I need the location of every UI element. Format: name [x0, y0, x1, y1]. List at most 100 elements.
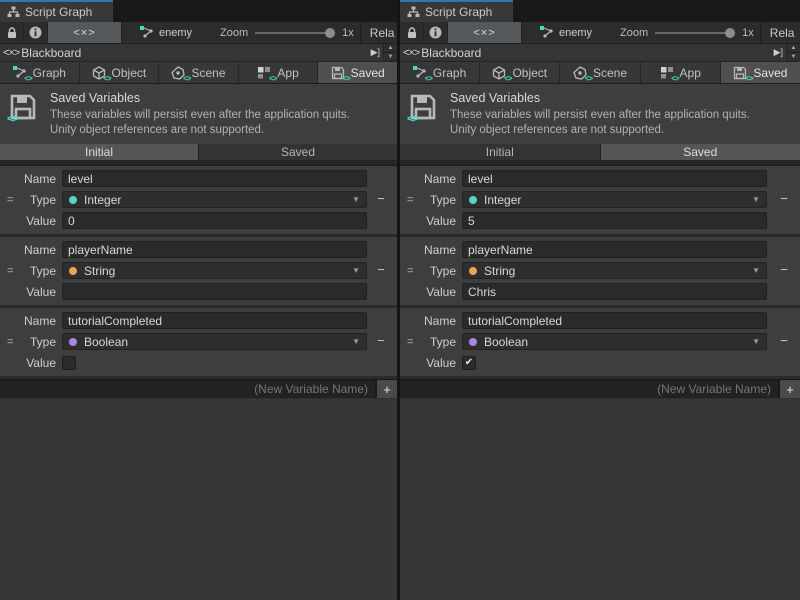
- variable-name-input[interactable]: [62, 241, 367, 258]
- info-title: Saved Variables: [450, 91, 750, 105]
- variable-list: Name = Type Integer ▼ − Value Name: [400, 166, 800, 379]
- zoom-slider-thumb[interactable]: [325, 28, 335, 38]
- variable-type-dropdown[interactable]: Integer ▼: [462, 191, 767, 208]
- unity-editor: Script Graph <×>: [0, 0, 800, 600]
- lock-button[interactable]: [0, 22, 24, 43]
- code-icon: <×>: [73, 27, 95, 39]
- spinner-down-icon[interactable]: ▼: [787, 53, 800, 62]
- window-tab-bar: Script Graph: [400, 0, 800, 22]
- drag-handle-icon[interactable]: =: [407, 196, 413, 204]
- saved-variables-info: <> Saved Variables These variables will …: [0, 84, 397, 144]
- relations-button[interactable]: Rela: [760, 22, 800, 43]
- variable-value-checkbox[interactable]: [462, 356, 476, 370]
- variable-value-input[interactable]: [462, 212, 767, 229]
- remove-variable-button[interactable]: −: [776, 263, 792, 278]
- tab-app[interactable]: <> App: [239, 62, 318, 83]
- saved-variables-icon: <>: [9, 93, 37, 121]
- zoom-slider[interactable]: [655, 27, 735, 39]
- add-variable-button[interactable]: +: [778, 380, 800, 398]
- tab-script-graph[interactable]: Script Graph: [0, 0, 113, 22]
- zoom-control: Zoom 1x: [220, 27, 354, 39]
- new-variable-input[interactable]: [400, 380, 778, 398]
- variable-type-dropdown[interactable]: Boolean ▼: [62, 333, 367, 350]
- lock-button[interactable]: [400, 22, 424, 43]
- relations-button[interactable]: Rela: [360, 22, 397, 43]
- dock-icon[interactable]: ▶]: [771, 47, 786, 58]
- drag-handle-icon[interactable]: =: [7, 338, 13, 346]
- spinner-up-icon[interactable]: ▲: [384, 44, 397, 53]
- drag-handle-icon[interactable]: =: [407, 338, 413, 346]
- spinner-down-icon[interactable]: ▼: [384, 53, 397, 62]
- scene-icon: <>: [171, 66, 186, 80]
- tab-object[interactable]: <> Object: [480, 62, 559, 83]
- drag-handle-icon[interactable]: =: [7, 196, 13, 204]
- variable-name-input[interactable]: [462, 312, 767, 329]
- tab-graph[interactable]: <> Graph: [0, 62, 79, 83]
- variable-group-playername: Name = Type String ▼ − Value: [400, 237, 800, 308]
- spinner-up-icon[interactable]: ▲: [787, 44, 800, 53]
- variable-name-input[interactable]: [462, 241, 767, 258]
- variable-name-input[interactable]: [62, 170, 367, 187]
- zoom-value: 1x: [742, 27, 754, 39]
- dock-icon[interactable]: ▶]: [368, 47, 383, 58]
- type-dot-icon: [469, 338, 477, 346]
- zoom-slider-thumb[interactable]: [725, 28, 735, 38]
- graph-canvas-empty[interactable]: [0, 398, 397, 600]
- variable-value-checkbox[interactable]: [62, 356, 76, 370]
- state-subtabs: Initial Saved: [400, 144, 800, 160]
- remove-variable-button[interactable]: −: [776, 334, 792, 349]
- remove-variable-button[interactable]: −: [373, 334, 389, 349]
- subtab-saved[interactable]: Saved: [199, 144, 397, 160]
- tab-scene[interactable]: <> Scene: [159, 62, 238, 83]
- tab-graph[interactable]: <> Graph: [400, 62, 479, 83]
- variable-value-input[interactable]: [62, 212, 367, 229]
- variable-name-input[interactable]: [62, 312, 367, 329]
- variable-group-tutorialcompleted: Name = Type Boolean ▼ − Value: [400, 308, 800, 379]
- add-variable-button[interactable]: +: [375, 380, 397, 398]
- variable-name-input[interactable]: [462, 170, 767, 187]
- variable-type-dropdown[interactable]: Integer ▼: [62, 191, 367, 208]
- variable-scope-tabs: <> Graph <> Object <> Scene: [0, 62, 397, 84]
- tab-script-graph[interactable]: Script Graph: [400, 0, 513, 22]
- name-label: Name: [400, 314, 462, 328]
- drag-handle-icon[interactable]: =: [407, 267, 413, 275]
- tab-app[interactable]: <> App: [641, 62, 720, 83]
- remove-variable-button[interactable]: −: [373, 192, 389, 207]
- type-dot-icon: [69, 338, 77, 346]
- value-label: Value: [400, 214, 462, 228]
- subtab-saved[interactable]: Saved: [601, 144, 800, 160]
- blackboard-title: Blackboard: [21, 46, 81, 60]
- subtab-initial[interactable]: Initial: [0, 144, 198, 160]
- variable-type-dropdown[interactable]: String ▼: [62, 262, 367, 279]
- tab-title: Script Graph: [25, 5, 92, 19]
- subtab-initial[interactable]: Initial: [400, 144, 600, 160]
- drag-handle-icon[interactable]: =: [7, 267, 13, 275]
- graph-canvas-empty[interactable]: [400, 398, 800, 600]
- tab-object[interactable]: <> Object: [80, 62, 159, 83]
- remove-variable-button[interactable]: −: [776, 192, 792, 207]
- tab-scene[interactable]: <> Scene: [560, 62, 639, 83]
- code-view-button[interactable]: <×>: [48, 22, 122, 43]
- tab-saved[interactable]: <> Saved: [721, 62, 800, 83]
- info-button[interactable]: [24, 22, 48, 43]
- zoom-slider[interactable]: [255, 27, 335, 39]
- remove-variable-button[interactable]: −: [373, 263, 389, 278]
- graph-reference[interactable]: enemy: [540, 26, 592, 39]
- badge-icon: <>: [342, 74, 349, 83]
- info-button[interactable]: [424, 22, 448, 43]
- variable-type-dropdown[interactable]: String ▼: [462, 262, 767, 279]
- variable-type-dropdown[interactable]: Boolean ▼: [462, 333, 767, 350]
- tab-saved[interactable]: <> Saved: [318, 62, 397, 83]
- variable-value-input[interactable]: [462, 283, 767, 300]
- chevron-down-icon: ▼: [352, 337, 360, 346]
- variable-value-input[interactable]: [62, 283, 367, 300]
- new-variable-input[interactable]: [0, 380, 375, 398]
- lock-icon: [7, 27, 17, 39]
- badge-icon: <>: [671, 74, 678, 83]
- graph-toolbar: <×> enemy Zoom 1x Rela: [400, 22, 800, 44]
- graph-reference[interactable]: enemy: [140, 26, 192, 39]
- variable-list: Name = Type Integer ▼ − Value Name: [0, 166, 397, 379]
- value-label: Value: [0, 214, 62, 228]
- code-view-button[interactable]: <×>: [448, 22, 522, 43]
- info-icon: [429, 26, 442, 39]
